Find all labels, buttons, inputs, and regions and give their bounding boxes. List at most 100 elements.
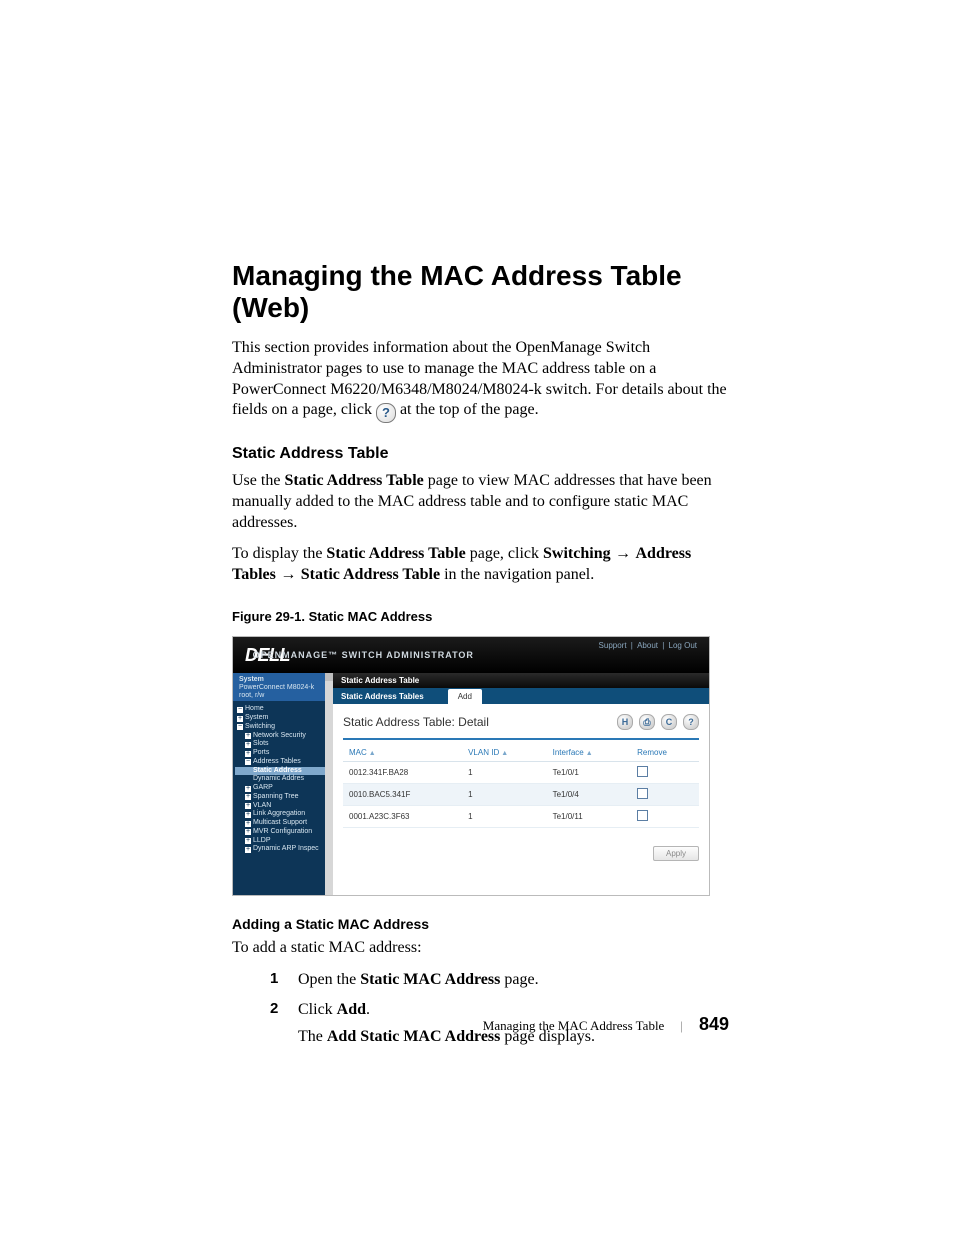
page-number: 849 — [699, 1014, 729, 1035]
tree-item[interactable]: Network Security — [235, 732, 331, 741]
refresh-icon[interactable]: C — [661, 714, 677, 730]
tree-label: Network Security — [253, 732, 306, 741]
tree-label: Multicast Support — [253, 819, 307, 828]
breadcrumb: Static Address Table — [333, 673, 709, 688]
collapse-icon[interactable] — [237, 707, 243, 713]
tree-item[interactable]: Switching — [235, 723, 331, 732]
table-row: 0012.341F.BA281Te1/0/1 — [343, 762, 699, 784]
expand-icon[interactable] — [245, 733, 251, 739]
expand-icon[interactable] — [245, 821, 251, 827]
tree-item[interactable]: Multicast Support — [235, 819, 331, 828]
tree-item[interactable]: LLDP — [235, 837, 331, 846]
screenshot-figure: DELL OPENMANAGE™ SWITCH ADMINISTRATOR Su… — [232, 636, 710, 896]
collapse-icon[interactable] — [245, 759, 251, 765]
add-intro: To add a static MAC address: — [232, 938, 729, 959]
support-link[interactable]: Support — [599, 641, 627, 650]
intro-tail: at the top of the page. — [400, 401, 539, 418]
tree-item[interactable]: Link Aggregation — [235, 810, 331, 819]
col-interface[interactable]: Interface▲ — [547, 744, 632, 762]
expand-icon[interactable] — [237, 716, 243, 722]
tree-item[interactable]: Dynamic ARP Inspec — [235, 845, 331, 854]
cell-vlan: 1 — [462, 784, 547, 806]
tree-label: MVR Configuration — [253, 828, 312, 837]
apply-button[interactable]: Apply — [653, 846, 699, 861]
tree-label: Static Address — [253, 767, 302, 776]
divider — [343, 738, 699, 740]
expand-icon[interactable] — [245, 838, 251, 844]
main-panel: Static Address Table Static Address Tabl… — [333, 673, 709, 895]
cell-iface: Te1/0/11 — [547, 806, 632, 828]
tree-item[interactable]: Dynamic Addres — [235, 775, 331, 784]
tree-item[interactable]: System — [235, 714, 331, 723]
adding-static-mac-heading: Adding a Static MAC Address — [232, 916, 729, 932]
tree-label: Slots — [253, 740, 269, 749]
tree-item[interactable]: Slots — [235, 740, 331, 749]
sidebar-scrollbar[interactable] — [325, 673, 333, 895]
remove-checkbox[interactable] — [637, 788, 648, 799]
tree-label: Switching — [245, 723, 275, 732]
remove-checkbox[interactable] — [637, 766, 648, 777]
expand-icon[interactable] — [245, 803, 251, 809]
col-mac[interactable]: MAC▲ — [343, 744, 462, 762]
static-address-table-heading: Static Address Table — [232, 445, 729, 463]
tree-label: Spanning Tree — [253, 793, 299, 802]
expand-icon[interactable] — [245, 812, 251, 818]
tree-label: GARP — [253, 784, 273, 793]
tab-add[interactable]: Add — [448, 689, 482, 704]
collapse-icon[interactable] — [237, 724, 243, 730]
tree-item[interactable]: Address Tables — [235, 758, 331, 767]
tree-item[interactable]: VLAN — [235, 802, 331, 811]
app-title: OPENMANAGE™ SWITCH ADMINISTRATOR — [253, 650, 474, 660]
expand-icon[interactable] — [245, 751, 251, 757]
footer-title: Managing the MAC Address Table — [483, 1018, 665, 1034]
col-vlan[interactable]: VLAN ID▲ — [462, 744, 547, 762]
expand-icon[interactable] — [245, 829, 251, 835]
mac-table: MAC▲ VLAN ID▲ Interface▲ Remove 0012.341… — [343, 744, 699, 828]
cell-mac: 0001.A23C.3F63 — [343, 806, 462, 828]
tree-item[interactable]: MVR Configuration — [235, 828, 331, 837]
logout-link[interactable]: Log Out — [669, 641, 697, 650]
tree-label: LLDP — [253, 837, 271, 846]
expand-icon[interactable] — [245, 847, 251, 853]
app-titlebar: DELL OPENMANAGE™ SWITCH ADMINISTRATOR Su… — [233, 637, 709, 673]
sidebar: System PowerConnect M8024-k root, r/w Ho… — [233, 673, 333, 895]
step-1: Open the Static MAC Address page. — [232, 969, 729, 991]
footer-sep: | — [680, 1018, 683, 1034]
sidebar-header: System PowerConnect M8024-k root, r/w — [233, 673, 333, 701]
tab-static-tables[interactable]: Static Address Tables — [341, 692, 424, 701]
save-icon[interactable]: H — [617, 714, 633, 730]
tree-label: Dynamic ARP Inspec — [253, 845, 319, 854]
cell-mac: 0012.341F.BA28 — [343, 762, 462, 784]
expand-icon[interactable] — [245, 794, 251, 800]
tree-label: System — [245, 714, 268, 723]
cell-iface: Te1/0/1 — [547, 762, 632, 784]
header-links: Support | About | Log Out — [597, 641, 699, 650]
about-link[interactable]: About — [637, 641, 658, 650]
page-footer: Managing the MAC Address Table | 849 — [483, 1014, 729, 1035]
col-remove: Remove — [631, 744, 699, 762]
static-table-desc: Use the Static Address Table page to vie… — [232, 471, 729, 533]
remove-checkbox[interactable] — [637, 810, 648, 821]
table-row: 0010.BAC5.341F1Te1/0/4 — [343, 784, 699, 806]
cell-vlan: 1 — [462, 762, 547, 784]
nav-tree[interactable]: HomeSystemSwitchingNetwork SecuritySlots… — [233, 701, 333, 854]
tree-label: VLAN — [253, 802, 271, 811]
help-icon: ? — [376, 403, 396, 423]
detail-title: Static Address Table: Detail — [343, 715, 489, 729]
tree-item[interactable]: GARP — [235, 784, 331, 793]
toolbar: H ⎙ C ? — [617, 714, 699, 730]
expand-icon[interactable] — [245, 786, 251, 792]
tree-item[interactable]: Home — [235, 705, 331, 714]
static-table-nav: To display the Static Address Table page… — [232, 544, 729, 586]
help-icon[interactable]: ? — [683, 714, 699, 730]
intro-paragraph: This section provides information about … — [232, 338, 729, 423]
tree-label: Address Tables — [253, 758, 301, 767]
tree-item[interactable]: Spanning Tree — [235, 793, 331, 802]
tree-item[interactable]: Static Address — [235, 767, 331, 776]
tree-item[interactable]: Ports — [235, 749, 331, 758]
expand-icon[interactable] — [245, 742, 251, 748]
scroll-up-icon[interactable] — [325, 673, 333, 681]
steps-list: Open the Static MAC Address page. Click … — [232, 969, 729, 1048]
print-icon[interactable]: ⎙ — [639, 714, 655, 730]
cell-mac: 0010.BAC5.341F — [343, 784, 462, 806]
